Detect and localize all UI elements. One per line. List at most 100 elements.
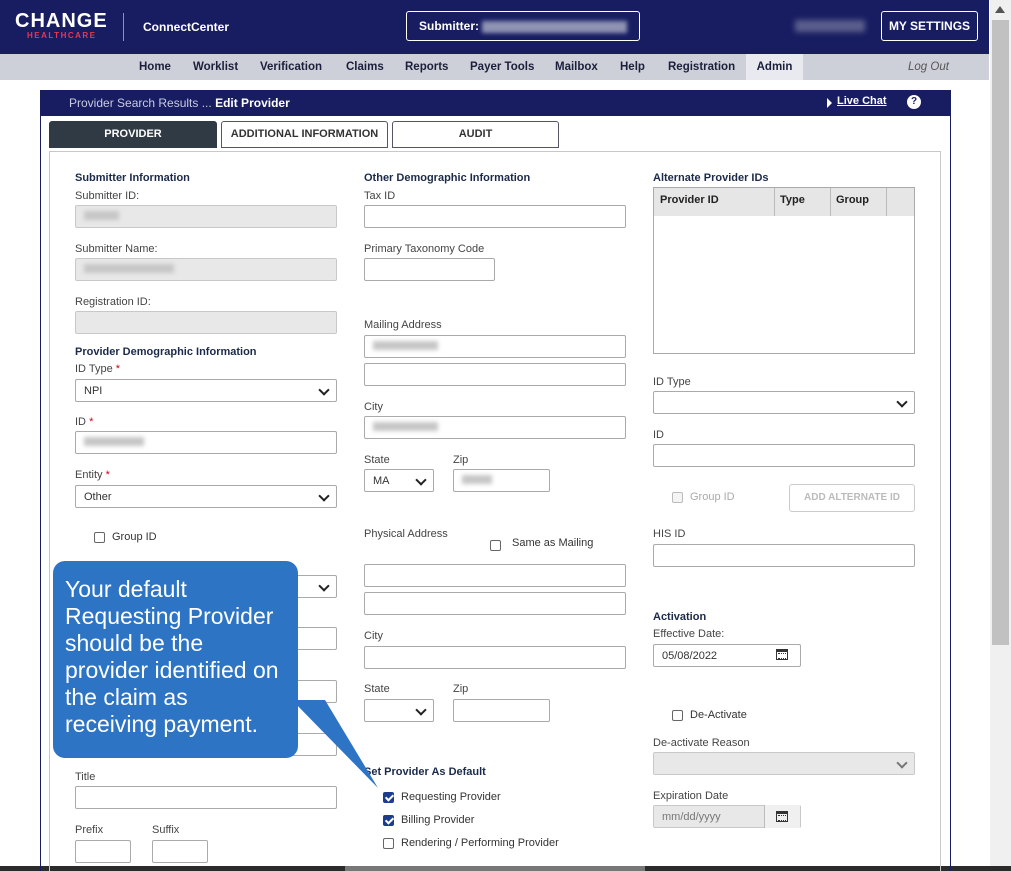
- redacted-value: [373, 341, 438, 350]
- add-alternate-id-button[interactable]: ADD ALTERNATE ID: [789, 484, 915, 512]
- title-label: Title: [75, 771, 96, 783]
- nav-verification[interactable]: Verification: [252, 54, 330, 80]
- submitter-label: Submitter:: [419, 19, 479, 33]
- scroll-up-arrow-icon[interactable]: [995, 6, 1005, 13]
- zip-label: Zip: [453, 454, 469, 466]
- his-id-field[interactable]: [653, 544, 915, 567]
- registration-id-label: Registration ID:: [75, 296, 151, 308]
- physical-state-label: State: [364, 683, 390, 695]
- nav-claims[interactable]: Claims: [338, 54, 392, 80]
- scroll-thumb[interactable]: [992, 20, 1009, 645]
- nav-reports[interactable]: Reports: [397, 54, 456, 80]
- alt-group-id-checkbox[interactable]: [672, 492, 683, 503]
- requesting-provider-checkbox[interactable]: [383, 792, 394, 803]
- column-divider: [774, 188, 775, 216]
- tab-additional-information[interactable]: ADDITIONAL INFORMATION: [221, 121, 388, 148]
- submitter-selector[interactable]: Submitter:: [406, 11, 640, 41]
- col-provider-id[interactable]: Provider ID: [660, 194, 719, 206]
- id-label-text: ID: [75, 416, 86, 428]
- redacted-value: [84, 264, 174, 273]
- submitter-name-field: [75, 258, 337, 281]
- suffix-field[interactable]: [152, 840, 208, 863]
- nav-worklist[interactable]: Worklist: [185, 54, 246, 80]
- nav-home[interactable]: Home: [131, 54, 179, 80]
- alt-id-type-label: ID Type: [653, 376, 691, 388]
- redacted-value: [462, 475, 492, 484]
- group-id-checkbox[interactable]: [94, 532, 105, 543]
- same-as-mailing-checkbox[interactable]: [490, 540, 501, 551]
- nav-admin[interactable]: Admin: [746, 54, 803, 80]
- id-type-select[interactable]: NPI: [75, 379, 337, 402]
- breadcrumb-parent[interactable]: Provider Search Results ...: [69, 96, 215, 110]
- tax-id-label: Tax ID: [364, 190, 396, 202]
- deactivate-reason-select[interactable]: [653, 752, 915, 775]
- instruction-callout: Your default Requesting Provider should …: [53, 561, 298, 758]
- title-field[interactable]: [75, 786, 337, 809]
- taxonomy-field[interactable]: [364, 258, 495, 281]
- calendar-icon[interactable]: [776, 649, 788, 660]
- nav-registration[interactable]: Registration: [660, 54, 743, 80]
- change-healthcare-logo[interactable]: CHANGE HEALTHCARE: [15, 10, 108, 40]
- submitter-info-heading: Submitter Information: [75, 172, 190, 184]
- logo-main-text: CHANGE: [15, 10, 108, 32]
- col-type[interactable]: Type: [780, 194, 805, 206]
- nav-mailbox[interactable]: Mailbox: [547, 54, 606, 80]
- calendar-icon[interactable]: [776, 811, 788, 822]
- alt-id-field[interactable]: [653, 444, 915, 467]
- city-field[interactable]: [364, 416, 626, 439]
- prefix-field[interactable]: [75, 840, 131, 863]
- state-select[interactable]: MA: [364, 469, 434, 492]
- entity-select[interactable]: Other: [75, 485, 337, 508]
- tax-id-field[interactable]: [364, 205, 626, 228]
- other-demographic-heading: Other Demographic Information: [364, 172, 531, 184]
- live-chat-link[interactable]: Live Chat: [837, 95, 887, 107]
- panel-header: Provider Search Results ... Edit Provide…: [40, 90, 951, 116]
- physical-city-label: City: [364, 630, 383, 642]
- taxonomy-label: Primary Taxonomy Code: [364, 243, 485, 255]
- redacted-value: [84, 437, 144, 446]
- alt-id-type-select[interactable]: [653, 391, 915, 414]
- nav-payer-tools[interactable]: Payer Tools: [462, 54, 542, 80]
- panel-border-right: [950, 116, 951, 871]
- rendering-provider-checkbox[interactable]: [383, 838, 394, 849]
- id-field[interactable]: [75, 431, 337, 454]
- column-divider: [886, 188, 887, 216]
- required-marker: *: [105, 469, 110, 481]
- required-marker: *: [89, 416, 94, 428]
- submitter-id-label: Submitter ID:: [75, 190, 140, 202]
- state-label: State: [364, 454, 390, 466]
- panel-border-left: [40, 116, 41, 871]
- col-group[interactable]: Group: [836, 194, 869, 206]
- physical-city-field[interactable]: [364, 646, 626, 669]
- prefix-label: Prefix: [75, 824, 104, 836]
- physical-address-line2[interactable]: [364, 592, 626, 615]
- mailing-address-line1[interactable]: [364, 335, 626, 358]
- my-settings-button[interactable]: MY SETTINGS: [881, 11, 978, 41]
- live-chat-arrow-icon: [827, 98, 832, 108]
- physical-address-line1[interactable]: [364, 564, 626, 587]
- physical-state-select[interactable]: [364, 699, 434, 722]
- entity-label: Entity *: [75, 469, 110, 481]
- help-icon[interactable]: ?: [907, 95, 921, 109]
- billing-provider-label: Billing Provider: [401, 814, 475, 826]
- requesting-provider-label: Requesting Provider: [401, 791, 501, 803]
- zip-field[interactable]: [453, 469, 550, 492]
- submitter-id-field: [75, 205, 337, 228]
- deactivate-reason-label: De-activate Reason: [653, 737, 750, 749]
- logo-sub-text: HEALTHCARE: [27, 31, 97, 40]
- top-header: CHANGE HEALTHCARE ConnectCenter Submitte…: [0, 0, 989, 54]
- physical-zip-field[interactable]: [453, 699, 550, 722]
- tab-provider[interactable]: PROVIDER: [49, 121, 217, 148]
- redacted-value: [84, 211, 119, 220]
- logout-link[interactable]: Log Out: [908, 54, 949, 80]
- group-id-label: Group ID: [112, 531, 157, 543]
- nav-help[interactable]: Help: [612, 54, 653, 80]
- tab-audit[interactable]: AUDIT: [392, 121, 559, 148]
- deactivate-checkbox[interactable]: [672, 710, 683, 721]
- id-type-label: ID Type *: [75, 363, 120, 375]
- billing-provider-checkbox[interactable]: [383, 815, 394, 826]
- mailing-address-line2[interactable]: [364, 363, 626, 386]
- physical-address-label: Physical Address: [364, 528, 448, 540]
- page-scrollbar[interactable]: [990, 0, 1011, 871]
- provider-demographic-heading: Provider Demographic Information: [75, 346, 257, 358]
